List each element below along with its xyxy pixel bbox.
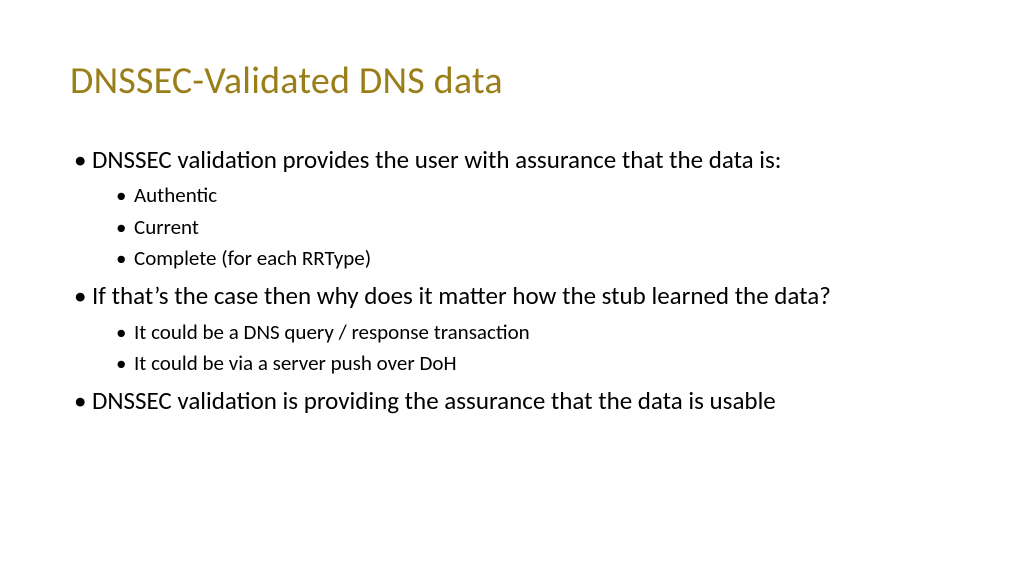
sub-bullet-list: It could be a DNS query / response trans… [92,318,954,378]
list-item: DNSSEC validation is providing the assur… [70,385,954,416]
bullet-text: DNSSEC validation is providing the assur… [92,385,776,416]
sub-bullet-list: Authentic Current Complete (for each RRT… [92,181,954,272]
bullet-list: DNSSEC validation provides the user with… [70,144,954,416]
list-item: Current [92,213,954,241]
bullet-text: If that’s the case then why does it matt… [92,280,831,311]
list-item: If that’s the case then why does it matt… [70,280,954,377]
list-item: Authentic [92,181,954,209]
list-item: Complete (for each RRType) [92,244,954,272]
bullet-text: DNSSEC validation provides the user with… [92,144,781,175]
list-item: It could be a DNS query / response trans… [92,318,954,346]
list-item: DNSSEC validation provides the user with… [70,144,954,272]
list-item: It could be via a server push over DoH [92,349,954,377]
slide-title: DNSSEC-Validated DNS data [70,58,954,104]
